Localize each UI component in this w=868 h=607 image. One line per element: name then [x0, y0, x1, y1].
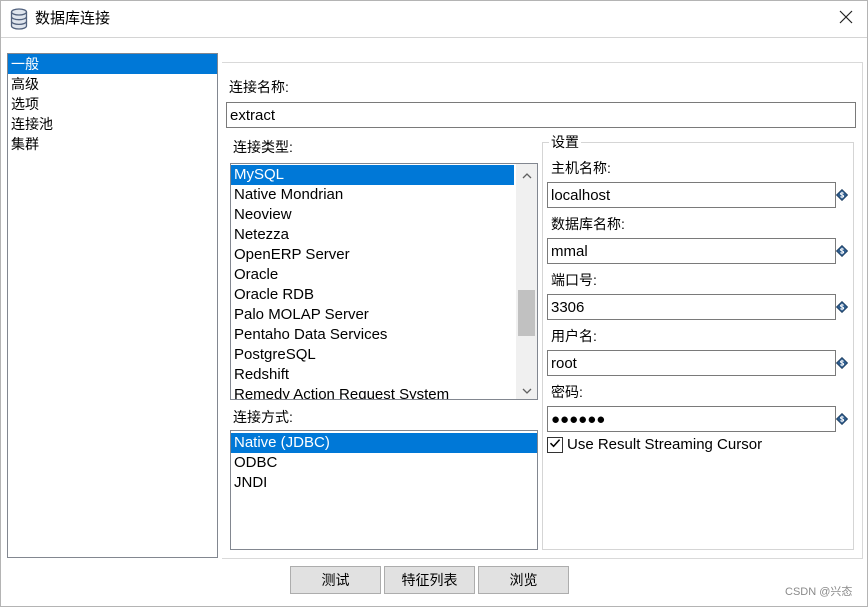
- close-button[interactable]: [836, 9, 856, 29]
- close-icon: [839, 10, 853, 29]
- connection-type-item[interactable]: Netezza: [231, 225, 514, 245]
- host-input[interactable]: [547, 182, 836, 208]
- connection-type-item[interactable]: Palo MOLAP Server: [231, 305, 514, 325]
- window-title: 数据库连接: [35, 10, 111, 27]
- port-input[interactable]: [547, 294, 836, 320]
- variable-icon: [835, 300, 849, 314]
- access-method-item[interactable]: ODBC: [231, 453, 537, 473]
- connection-name-input[interactable]: [226, 102, 856, 128]
- access-method-item[interactable]: Native (JDBC): [231, 433, 537, 453]
- connection-type-item[interactable]: Pentaho Data Services: [231, 325, 514, 345]
- watermark: CSDN @兴态: [785, 586, 853, 598]
- chevron-down-icon: [522, 381, 532, 398]
- database-name-input[interactable]: [547, 238, 836, 264]
- scroll-up-button[interactable]: [516, 164, 537, 184]
- access-method-label: 连接方式:: [233, 409, 293, 425]
- host-label: 主机名称:: [551, 160, 611, 176]
- sidebar-item-advanced[interactable]: 高级: [8, 74, 217, 94]
- connection-type-label: 连接类型:: [233, 139, 293, 155]
- password-label: 密码:: [551, 384, 583, 400]
- title-bar: 数据库连接: [1, 1, 867, 38]
- connection-type-item[interactable]: PostgreSQL: [231, 345, 514, 365]
- connection-type-item[interactable]: Oracle: [231, 265, 514, 285]
- feature-list-button[interactable]: 特征列表: [384, 566, 475, 594]
- connection-type-item[interactable]: MySQL: [231, 165, 514, 185]
- database-icon: [10, 8, 28, 30]
- access-method-list[interactable]: Native (JDBC) ODBC JNDI: [230, 430, 538, 550]
- connection-type-item[interactable]: Oracle RDB: [231, 285, 514, 305]
- streaming-cursor-checkbox[interactable]: [547, 437, 563, 453]
- variable-icon: [835, 412, 849, 426]
- streaming-cursor-label[interactable]: Use Result Streaming Cursor: [567, 436, 762, 454]
- connection-type-item[interactable]: Redshift: [231, 365, 514, 385]
- sidebar-item-pooling[interactable]: 连接池: [8, 114, 217, 134]
- port-label: 端口号:: [551, 272, 597, 288]
- variable-icon: [835, 244, 849, 258]
- sidebar-item-clustering[interactable]: 集群: [8, 134, 217, 154]
- settings-legend: 设置: [549, 133, 581, 151]
- access-method-rows: Native (JDBC) ODBC JNDI: [231, 433, 537, 493]
- sidebar-list[interactable]: 一般 高级 选项 连接池 集群: [7, 53, 218, 558]
- connection-type-item[interactable]: Remedy Action Request System: [231, 385, 514, 399]
- connection-type-rows: MySQL Native Mondrian Neoview Netezza Op…: [231, 165, 514, 399]
- variable-icon: [835, 188, 849, 202]
- explore-button[interactable]: 浏览: [478, 566, 569, 594]
- database-name-label: 数据库名称:: [551, 216, 625, 232]
- username-label: 用户名:: [551, 328, 597, 344]
- chevron-up-icon: [522, 166, 532, 183]
- connection-type-item[interactable]: Native Mondrian: [231, 185, 514, 205]
- connection-type-item[interactable]: Neoview: [231, 205, 514, 225]
- connection-type-item[interactable]: OpenERP Server: [231, 245, 514, 265]
- connection-type-scrollbar[interactable]: [516, 164, 537, 399]
- sidebar-item-general[interactable]: 一般: [8, 54, 217, 74]
- username-input[interactable]: [547, 350, 836, 376]
- scroll-down-button[interactable]: [516, 379, 537, 399]
- scrollbar-thumb[interactable]: [518, 290, 535, 336]
- connection-name-label: 连接名称:: [229, 79, 289, 95]
- test-button[interactable]: 测试: [290, 566, 381, 594]
- variable-icon: [835, 356, 849, 370]
- connection-type-list[interactable]: MySQL Native Mondrian Neoview Netezza Op…: [230, 163, 538, 400]
- sidebar-item-options[interactable]: 选项: [8, 94, 217, 114]
- checkmark-icon: [549, 436, 561, 454]
- password-input[interactable]: [547, 406, 836, 432]
- access-method-item[interactable]: JNDI: [231, 473, 537, 493]
